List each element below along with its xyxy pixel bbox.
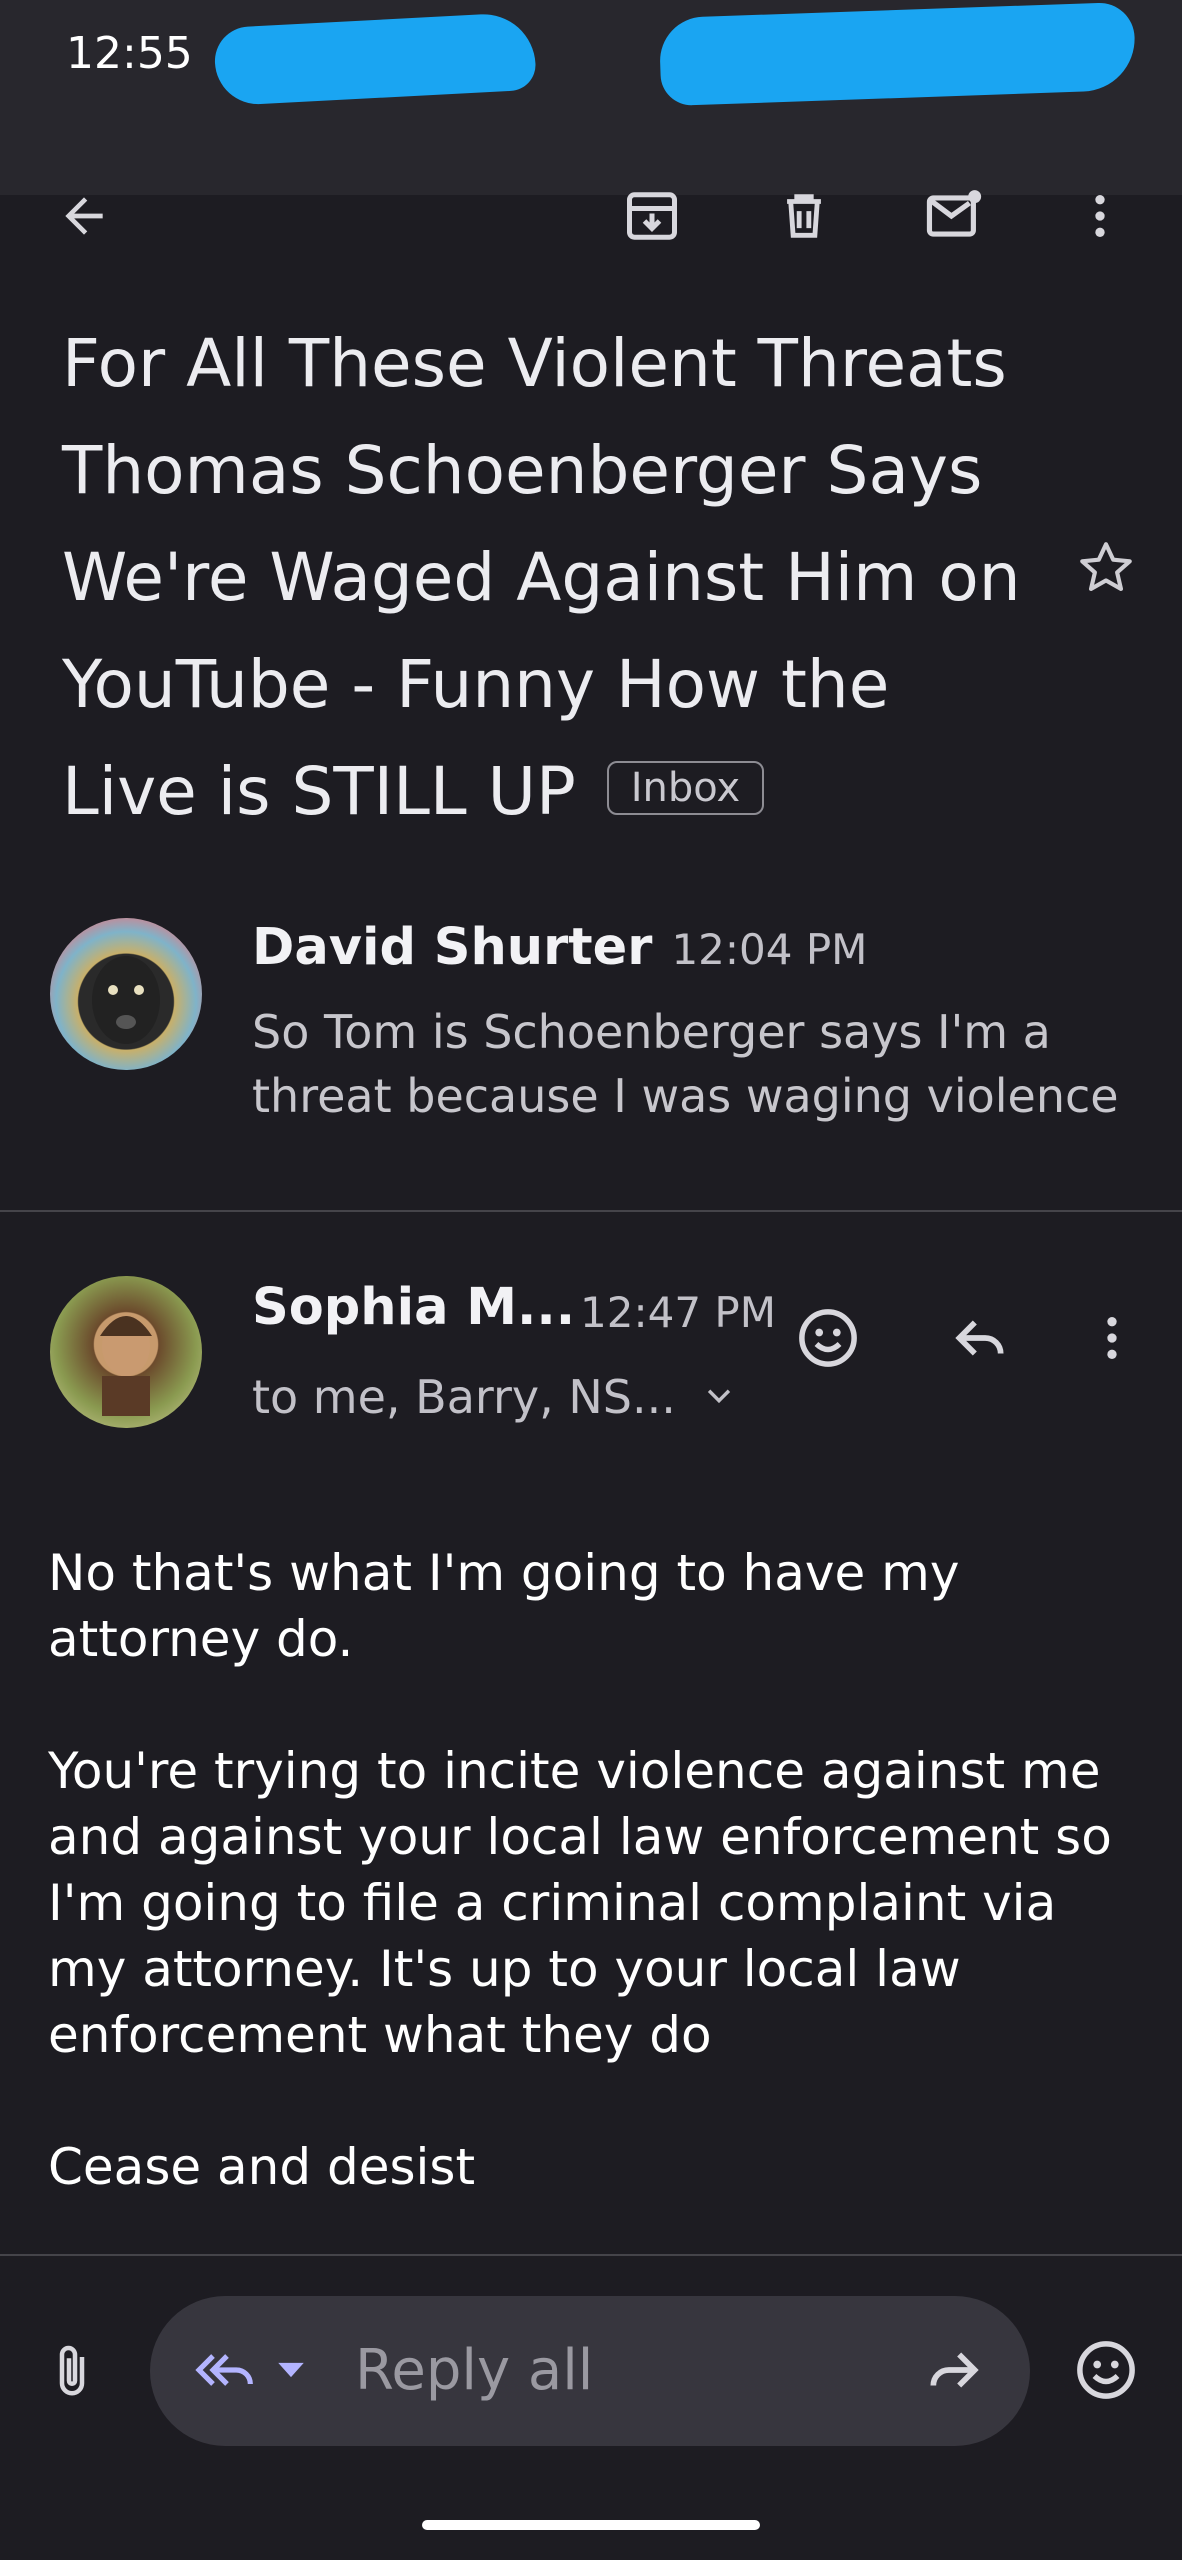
redaction-mark: [658, 1, 1137, 107]
divider: [0, 1210, 1182, 1212]
avatar-sophia[interactable]: [50, 1276, 202, 1428]
recipients-toggle[interactable]: to me, Barry, NS...: [252, 1370, 736, 1424]
message-snippet[interactable]: So Tom is Schoenberger says I'm a threat…: [252, 1000, 1152, 1128]
email-subject: For All These Violent Threats Thomas Sch…: [62, 310, 1022, 845]
back-arrow-icon[interactable]: [48, 180, 120, 252]
more-vert-icon[interactable]: [1064, 180, 1136, 252]
dropdown-arrow-icon: [274, 2358, 308, 2386]
reply-all-placeholder[interactable]: Reply all: [355, 2338, 593, 2403]
message-header-2[interactable]: Sophia M...: [252, 1278, 575, 1337]
message-time: 12:04 PM: [671, 925, 868, 974]
mark-unread-icon[interactable]: [918, 180, 990, 252]
inbox-label-chip[interactable]: Inbox: [606, 760, 765, 815]
body-paragraph: Cease and desist: [48, 2138, 476, 2196]
sender-name: Sophia M...: [252, 1278, 576, 1337]
home-indicator[interactable]: [422, 2520, 760, 2530]
emoji-reaction-icon[interactable]: [792, 1302, 864, 1374]
trash-icon[interactable]: [768, 180, 840, 252]
message-body: No that's what I'm going to have my atto…: [48, 1540, 1148, 2266]
redaction-mark: [213, 11, 537, 107]
chevron-down-icon: [702, 1378, 736, 1416]
archive-icon[interactable]: [616, 180, 688, 252]
attach-icon[interactable]: [36, 2336, 108, 2408]
sender-name: David Shurter: [252, 918, 653, 977]
message-time: 12:47 PM: [580, 1288, 776, 1337]
star-icon[interactable]: [1070, 532, 1142, 604]
reply-icon[interactable]: [944, 1302, 1016, 1374]
body-paragraph: No that's what I'm going to have my atto…: [48, 1544, 960, 1668]
recipients-text: to me, Barry, NS...: [252, 1370, 676, 1424]
message-header-1[interactable]: David Shurter 12:04 PM: [252, 918, 867, 977]
reply-all-icon: [192, 2340, 262, 2404]
divider: [0, 2254, 1182, 2256]
forward-icon[interactable]: [918, 2334, 990, 2406]
reply-type-selector[interactable]: [192, 2340, 308, 2404]
subject-text: For All These Violent Threats Thomas Sch…: [62, 325, 1021, 830]
avatar-david[interactable]: [50, 918, 202, 1070]
message-more-icon[interactable]: [1076, 1302, 1148, 1374]
emoji-icon[interactable]: [1070, 2334, 1142, 2406]
body-paragraph: You're trying to incite violence against…: [48, 1742, 1112, 2064]
status-time: 12:55: [66, 28, 193, 79]
